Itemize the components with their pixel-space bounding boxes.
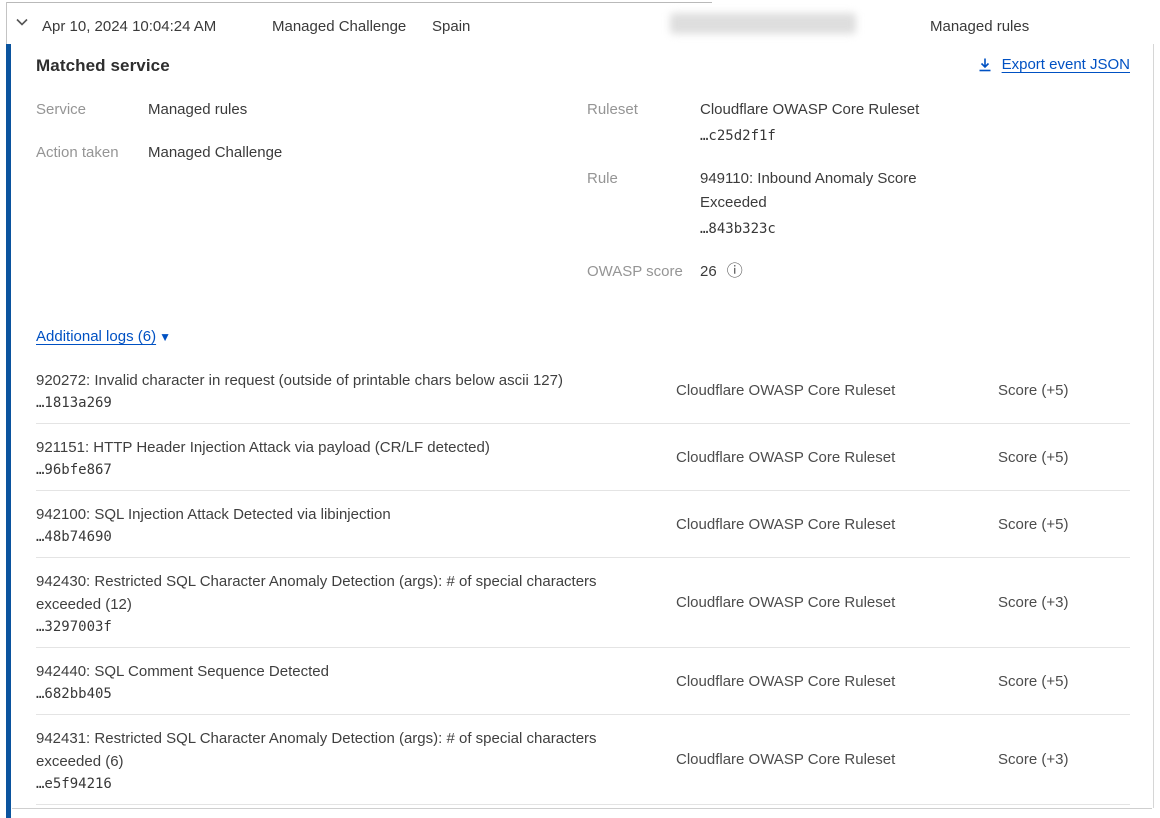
log-score: Score (+5) [998,516,1130,533]
log-description: 920272: Invalid character in request (ou… [36,372,563,389]
caret-down-icon: ▼ [159,330,171,344]
event-summary-row[interactable]: Apr 10, 2024 10:04:24 AM Managed Challen… [0,0,1160,44]
log-ruleset: Cloudflare OWASP Core Ruleset [676,382,998,399]
event-country: Spain [432,18,470,35]
log-description: 942100: SQL Injection Attack Detected vi… [36,506,391,523]
panel-right-border [1153,44,1154,808]
log-ruleset: Cloudflare OWASP Core Ruleset [676,516,998,533]
owasp-score-value: 26 [700,260,717,284]
log-description: 942431: Restricted SQL Character Anomaly… [36,730,597,770]
row-left-border [6,2,7,44]
event-service: Managed rules [930,18,1029,35]
row-top-border [6,2,712,3]
field-label: OWASP score [587,260,700,284]
ruleset-name: Cloudflare OWASP Core Ruleset [700,101,919,118]
log-ruleset: Cloudflare OWASP Core Ruleset [676,673,998,690]
log-ruleset: Cloudflare OWASP Core Ruleset [676,751,998,768]
log-rule-id: …e5f94216 [36,776,651,792]
rule-id: …843b323c [700,217,938,241]
field-owasp-score: OWASP score 26 ⓘ [587,260,1130,284]
field-rule: Rule 949110: Inbound Anomaly Score Excee… [587,167,1130,241]
log-description: 942430: Restricted SQL Character Anomaly… [36,573,597,613]
log-rule-id: …48b74690 [36,529,651,545]
log-rule-id: …96bfe867 [36,462,651,478]
event-detail-panel: Matched service Export event JSON Servic… [6,44,1160,818]
log-description: 942440: SQL Comment Sequence Detected [36,663,329,680]
log-row: 920272: Invalid character in request (ou… [36,357,1130,424]
panel-bottom-separator [12,808,1152,809]
field-action-taken: Action taken Managed Challenge [36,141,587,165]
panel-title: Matched service [36,56,170,76]
rule-name: 949110: Inbound Anomaly Score Exceeded [700,170,917,211]
log-score: Score (+3) [998,594,1130,611]
log-description: 921151: HTTP Header Injection Attack via… [36,439,490,456]
field-value: Managed rules [148,98,247,122]
log-rule-id: …1813a269 [36,395,651,411]
field-label: Action taken [36,141,148,165]
field-label: Rule [587,167,700,241]
log-rule-id: …682bb405 [36,686,651,702]
export-event-json-link[interactable]: Export event JSON [977,56,1130,73]
field-label: Service [36,98,148,122]
log-row: 942100: SQL Injection Attack Detected vi… [36,491,1130,558]
log-row: 942430: Restricted SQL Character Anomaly… [36,558,1130,648]
export-link-label: Export event JSON [1002,56,1130,73]
log-score: Score (+5) [998,382,1130,399]
log-ruleset: Cloudflare OWASP Core Ruleset [676,594,998,611]
field-label: Ruleset [587,98,700,148]
field-value: Managed Challenge [148,141,282,165]
field-ruleset: Ruleset Cloudflare OWASP Core Ruleset …c… [587,98,1130,148]
log-score: Score (+5) [998,449,1130,466]
log-score: Score (+3) [998,751,1130,768]
field-service: Service Managed rules [36,98,587,122]
ruleset-id: …c25d2f1f [700,124,919,148]
event-host-redacted-blur [670,13,856,34]
event-timestamp: Apr 10, 2024 10:04:24 AM [42,18,216,35]
additional-logs-label: Additional logs (6) [36,328,156,345]
chevron-down-icon[interactable] [13,13,31,31]
log-row: 921151: HTTP Header Injection Attack via… [36,424,1130,491]
log-rule-id: …3297003f [36,619,651,635]
download-icon [977,57,993,73]
additional-logs-toggle[interactable]: Additional logs (6) ▼ [36,328,171,345]
event-action: Managed Challenge [272,18,406,35]
log-score: Score (+5) [998,673,1130,690]
additional-logs-list: 920272: Invalid character in request (ou… [36,357,1130,805]
log-row: 942440: SQL Comment Sequence Detected …6… [36,648,1130,715]
log-row: 942431: Restricted SQL Character Anomaly… [36,715,1130,805]
info-icon[interactable]: ⓘ [727,264,743,280]
log-ruleset: Cloudflare OWASP Core Ruleset [676,449,998,466]
